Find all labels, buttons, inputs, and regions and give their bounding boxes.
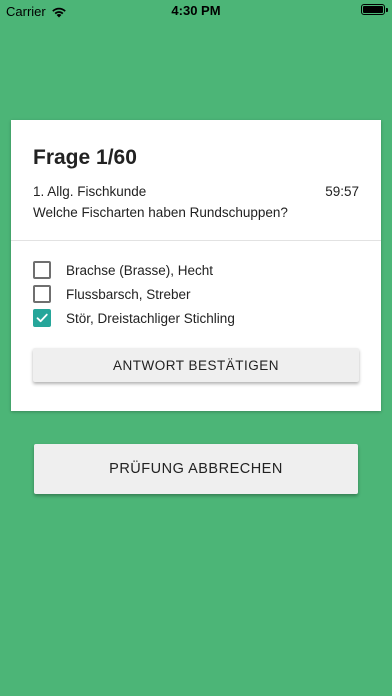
battery-level	[363, 6, 383, 13]
answer-label: Brachse (Brasse), Hecht	[66, 262, 214, 278]
answer-list: Brachse (Brasse), Hecht Flussbarsch, Str…	[11, 241, 381, 330]
status-bar: Carrier 4:30 PM	[0, 0, 392, 22]
answer-checkbox[interactable]	[33, 285, 51, 303]
question-card: Frage 1/60 1. Allg. Fischkunde 59:57 Wel…	[11, 120, 381, 411]
answer-label: Stör, Dreistachliger Stichling	[66, 310, 235, 326]
status-time: 4:30 PM	[171, 3, 221, 18]
battery-cap	[386, 8, 388, 12]
answer-option-3[interactable]: Stör, Dreistachliger Stichling	[33, 306, 381, 330]
question-header: Frage 1/60 1. Allg. Fischkunde 59:57 Wel…	[11, 120, 381, 241]
answer-option-1[interactable]: Brachse (Brasse), Hecht	[33, 258, 381, 282]
question-timer: 59:57	[325, 184, 359, 199]
battery-icon	[361, 4, 388, 15]
confirm-answer-button[interactable]: ANTWORT BESTÄTIGEN	[33, 348, 359, 382]
checkmark-icon	[36, 313, 48, 323]
question-text: Welche Fischarten haben Rundschuppen?	[33, 205, 288, 220]
abort-exam-button[interactable]: PRÜFUNG ABBRECHEN	[34, 444, 358, 494]
answer-label: Flussbarsch, Streber	[66, 286, 191, 302]
question-meta: 1. Allg. Fischkunde 59:57	[33, 184, 359, 199]
question-title: Frage 1/60	[33, 146, 137, 169]
answer-option-2[interactable]: Flussbarsch, Streber	[33, 282, 381, 306]
question-category: 1. Allg. Fischkunde	[33, 184, 147, 199]
status-bar-right	[361, 4, 388, 15]
answer-checkbox[interactable]	[33, 261, 51, 279]
answer-checkbox-checked[interactable]	[33, 309, 51, 327]
